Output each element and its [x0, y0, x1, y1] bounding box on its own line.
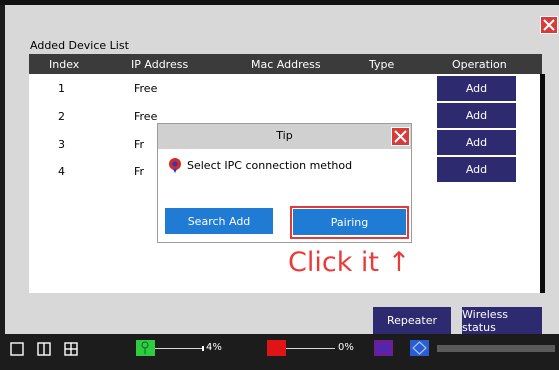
add-button[interactable]: Add — [437, 157, 516, 182]
row-index: 1 — [58, 82, 65, 95]
column-header-ip: IP Address — [131, 58, 189, 71]
vertical-scrollbar[interactable] — [540, 74, 545, 293]
close-icon — [394, 130, 407, 143]
dialog-title: Tip — [276, 129, 293, 142]
single-view-icon[interactable] — [10, 342, 24, 356]
column-header-mac: Mac Address — [251, 58, 321, 71]
date-time-readout — [437, 345, 555, 352]
purple-status-icon — [374, 340, 393, 356]
red-progress-bar — [286, 348, 335, 349]
red-status-icon — [267, 340, 286, 356]
repeater-button[interactable]: Repeater — [373, 307, 451, 334]
dialog-message: Select IPC connection method — [187, 159, 353, 172]
click-it-annotation: Click it ↑ — [288, 247, 411, 278]
row-index: 2 — [58, 110, 65, 123]
green-percent: 4% — [206, 342, 222, 353]
close-icon — [543, 19, 555, 31]
red-percent: 0% — [338, 342, 354, 353]
wireless-status-button[interactable]: Wireless status — [462, 307, 542, 334]
column-header-operation: Operation — [452, 58, 507, 71]
quad-view-icon[interactable] — [64, 342, 78, 356]
network-status-icon — [410, 340, 429, 356]
row-ip: Fr — [134, 138, 145, 151]
row-ip: Fr — [134, 165, 145, 178]
add-button[interactable]: Add — [437, 130, 516, 155]
add-button[interactable]: Add — [437, 76, 516, 101]
info-icon — [169, 158, 181, 173]
green-status-icon — [136, 340, 155, 356]
row-ip: Free — [134, 110, 158, 123]
search-add-button[interactable]: Search Add — [165, 208, 273, 234]
pairing-highlight — [290, 206, 409, 239]
row-index: 3 — [58, 138, 65, 151]
dialog-close-button[interactable] — [391, 127, 410, 146]
green-progress-bar — [155, 346, 204, 351]
column-header-type: Type — [369, 58, 395, 71]
row-index: 4 — [58, 165, 65, 178]
device-list-title: Added Device List — [30, 39, 129, 52]
add-button[interactable]: Add — [437, 103, 516, 128]
table-header: Index IP Address Mac Address Type Operat… — [29, 54, 542, 74]
window-close-button[interactable] — [540, 16, 558, 34]
column-header-index: Index — [49, 58, 80, 71]
two-split-view-icon[interactable] — [37, 342, 51, 356]
green-progress-fill — [202, 346, 204, 351]
row-ip: Free — [134, 82, 158, 95]
